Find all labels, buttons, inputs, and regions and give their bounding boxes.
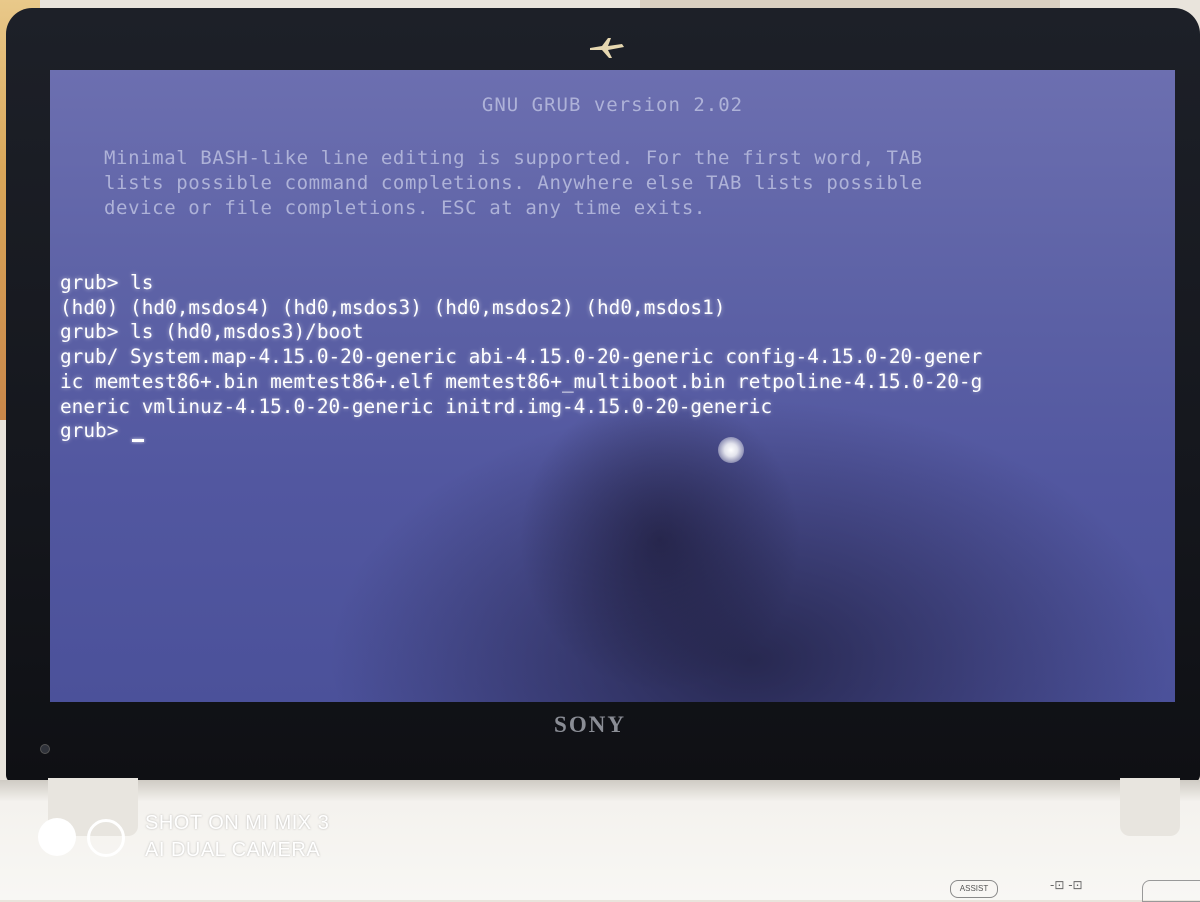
help-line: Minimal BASH-like line editing is suppor… — [104, 147, 923, 169]
bezel-bottom: SONY — [290, 702, 890, 742]
power-led-icon — [40, 744, 50, 754]
watermark-line-1: SHOT ON MI MIX 3 — [145, 812, 330, 834]
text-cursor — [132, 439, 145, 443]
grub-help-text: Minimal BASH-like line editing is suppor… — [104, 146, 1114, 221]
command-prompt: grub> — [60, 419, 131, 443]
airplane-logo-icon — [590, 38, 624, 58]
lock-indicator-icons: -⊡ -⊡ — [1050, 878, 1083, 892]
console-line: grub> ls — [60, 271, 154, 294]
grub-screen: GNU GRUB version 2.02 Minimal BASH-like … — [50, 70, 1175, 702]
grub-title: GNU GRUB version 2.02 — [481, 94, 744, 116]
help-line: device or file completions. ESC at any t… — [104, 197, 706, 219]
console-line: ic memtest86+.bin memtest86+.elf memtest… — [60, 369, 983, 393]
console-line: grub/ System.map-4.15.0-20-generic abi-4… — [60, 345, 983, 369]
console-line: (hd0) (hd0,msdos4) (hd0,msdos3) (hd0,msd… — [60, 295, 726, 319]
filled-circle-icon — [38, 818, 76, 856]
power-button[interactable] — [1142, 880, 1200, 902]
hinge-right — [1120, 778, 1180, 836]
ring-circle-icon — [87, 819, 125, 857]
camera-watermark: SHOT ON MI MIX 3 AI DUAL CAMERA — [38, 812, 368, 862]
command-prompt-line[interactable]: grub> — [60, 419, 1160, 444]
help-line: lists possible command completions. Anyw… — [104, 172, 923, 194]
grub-console[interactable]: grub> ls (hd0) (hd0,msdos4) (hd0,msdos3)… — [60, 271, 1160, 444]
console-line: eneric vmlinuz-4.15.0-20-generic initrd.… — [60, 394, 773, 418]
assist-button[interactable]: ASSIST — [950, 880, 998, 898]
watermark-line-2: AI DUAL CAMERA — [145, 839, 321, 861]
light-glare — [718, 437, 744, 463]
brand-logo: SONY — [554, 712, 626, 737]
console-line: grub> ls (hd0,msdos3)/boot — [60, 320, 364, 344]
